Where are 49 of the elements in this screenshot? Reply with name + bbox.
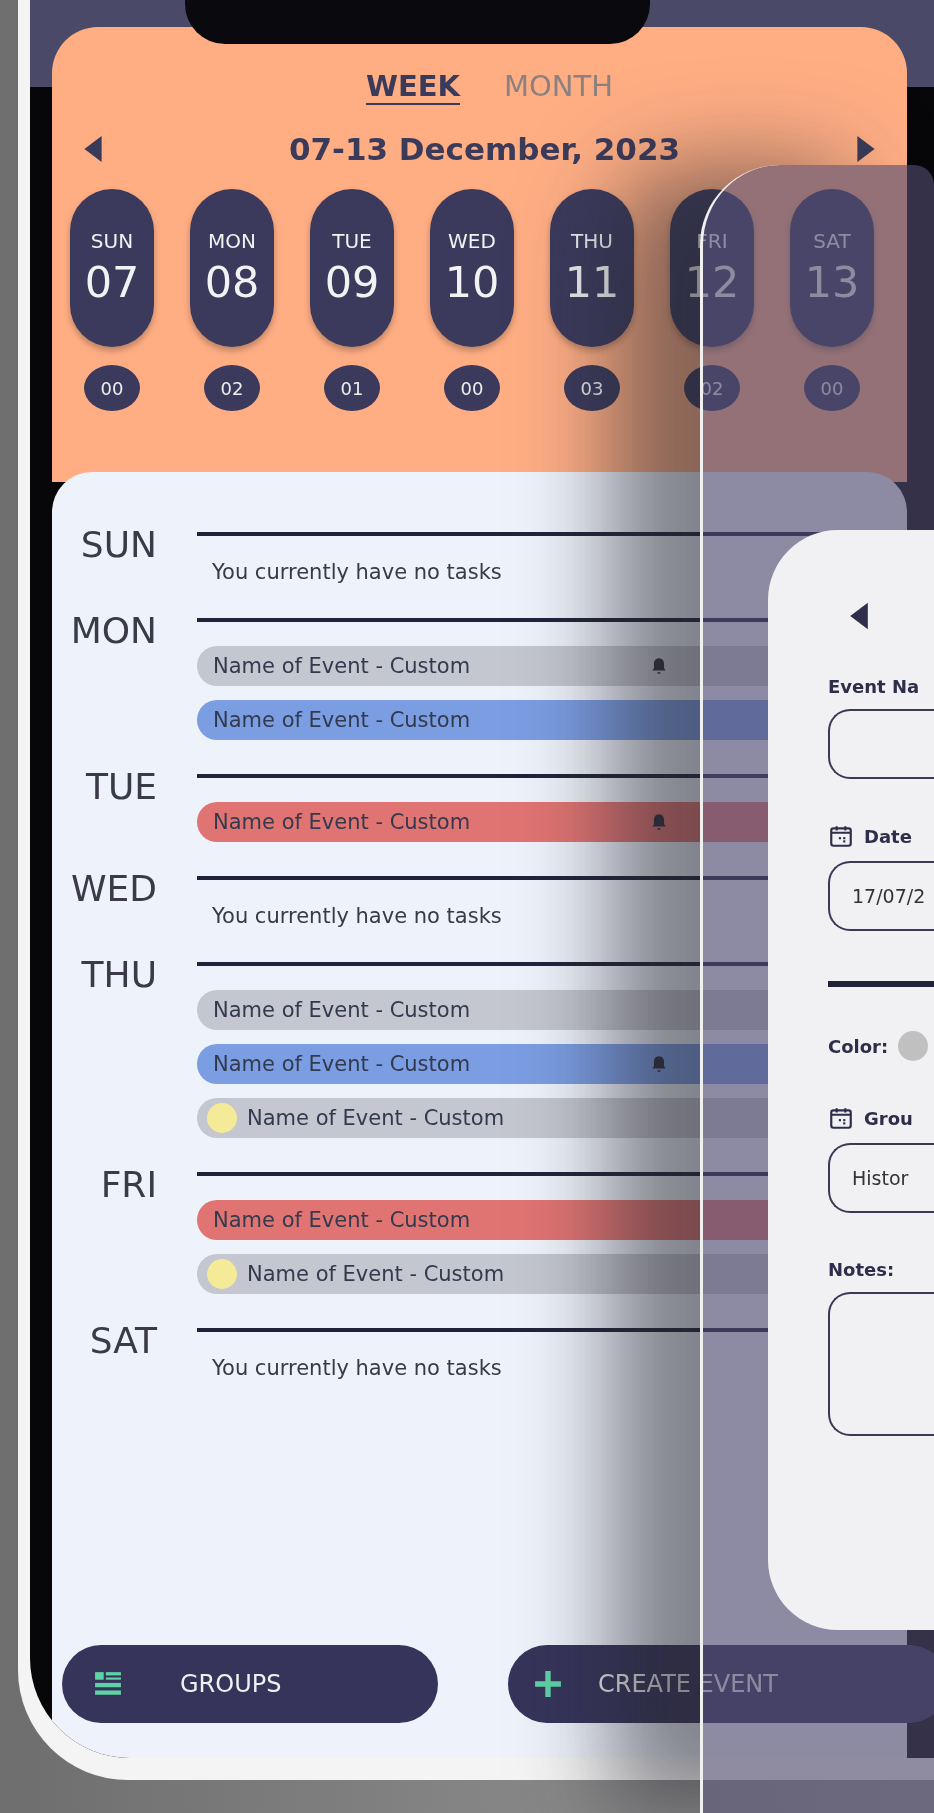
view-tab[interactable]: WEEK [365,69,460,103]
day-label: SAT [88,1320,157,1363]
next-arrow-icon[interactable] [855,135,877,163]
task-count: 00 [444,365,500,411]
calendar-icon [828,823,854,849]
task-count: 02 [204,365,260,411]
event-name: Name of Event - Custom [213,654,471,678]
event-name: Name of Event - Custom [213,1208,471,1232]
day-pill[interactable]: TUE 09 [310,189,394,347]
day-pill[interactable]: MON 08 [190,189,274,347]
bell-icon [650,657,669,675]
tag-dot [207,1259,237,1289]
event-name: Name of Event - Custom [213,810,471,834]
event-name-field[interactable] [828,709,934,779]
day-label: FRI [99,1164,157,1207]
list-icon [94,1670,122,1698]
empty-message: You currently have no tasks [211,560,503,586]
back-arrow-icon[interactable] [848,600,870,632]
action-button[interactable]: GROUPS [62,1645,438,1723]
color-swatch[interactable] [898,1031,929,1061]
field-label: Notes: [828,1259,896,1280]
day-label: TUE [84,766,157,809]
calendar-icon [828,1105,854,1131]
event-name: Name of Event - Custom [247,1262,505,1286]
day-label: THU [80,954,157,997]
event-name: Name of Event - Custom [247,1106,505,1130]
previous-arrow-icon[interactable] [82,135,104,163]
notes-field[interactable] [828,1292,934,1436]
group-field[interactable]: Histor [852,1167,909,1189]
task-count: 00 [804,365,860,411]
bell-icon [650,1055,669,1073]
day-pill[interactable]: THU 11 [550,189,634,347]
plus-icon [534,1670,562,1698]
day-pill[interactable]: SUN 07 [70,189,154,347]
event-name: Name of Event - Custom [213,708,471,732]
event-name: Name of Event - Custom [213,998,471,1022]
date-range-title: 07-13 December, 2023 [287,131,681,167]
event-name: Name of Event - Custom [213,1052,471,1076]
task-count: 01 [324,365,380,411]
bell-icon [650,813,669,831]
task-count: 03 [564,365,620,411]
day-label: SUN [79,524,157,567]
empty-message: You currently have no tasks [211,1356,503,1382]
tag-dot [207,1103,237,1133]
day-label: WED [69,868,157,911]
task-count: 00 [84,365,140,411]
day-label: MON [69,610,157,653]
day-pill[interactable]: WED 10 [430,189,514,347]
empty-message: You currently have no tasks [211,904,503,930]
